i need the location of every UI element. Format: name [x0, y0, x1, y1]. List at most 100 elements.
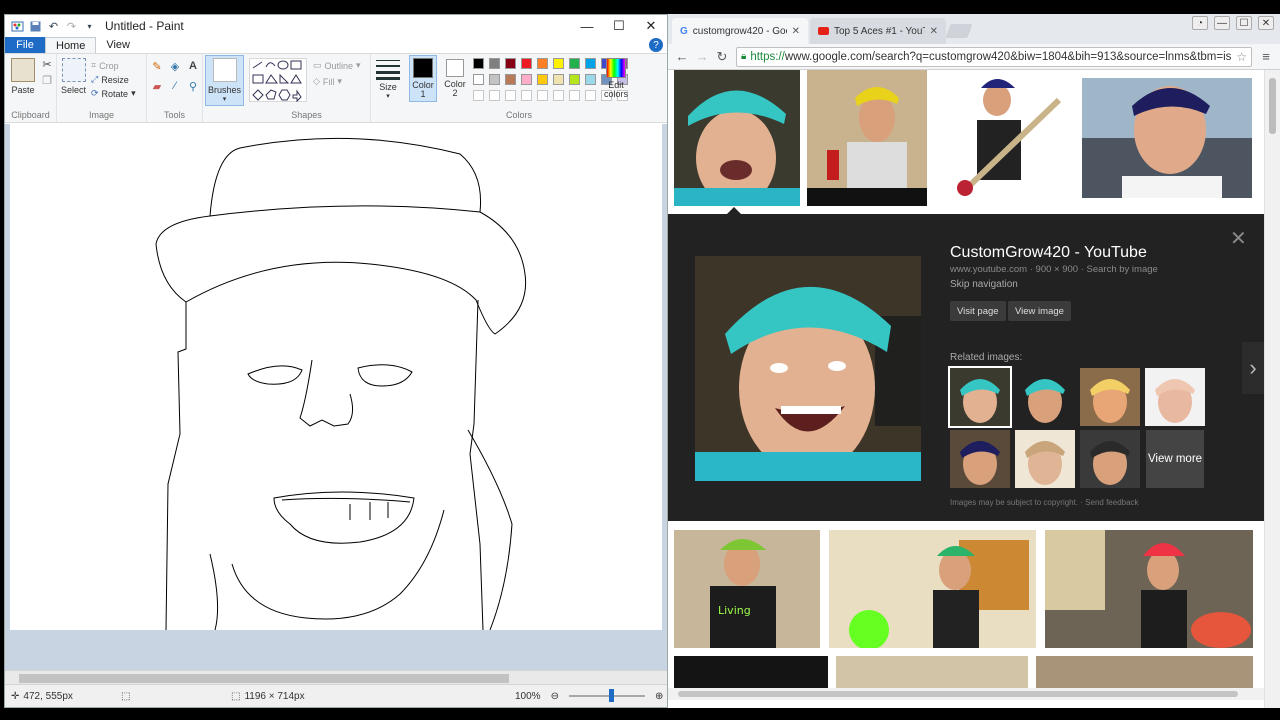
color-swatch[interactable]	[537, 74, 548, 85]
scrollbar-thumb[interactable]	[19, 674, 509, 683]
custom-color-slot[interactable]	[505, 90, 516, 101]
profile-icon[interactable]: ◔	[1192, 16, 1208, 30]
paste-button[interactable]: Paste	[11, 58, 35, 95]
outline-button[interactable]: ▭ Outline ▾	[313, 60, 361, 71]
color2-button[interactable]: Color 2	[441, 57, 469, 98]
scrollbar-thumb[interactable]	[1269, 78, 1276, 134]
result-image[interactable]	[807, 70, 927, 206]
color-swatch[interactable]	[505, 58, 516, 69]
custom-color-slot[interactable]	[553, 90, 564, 101]
drawing-canvas[interactable]	[10, 124, 662, 631]
undo-icon[interactable]: ↶	[47, 20, 60, 33]
color1-button[interactable]: Color 1	[409, 55, 437, 102]
close-button[interactable]: ✕	[1258, 16, 1274, 30]
result-image[interactable]	[1045, 530, 1253, 648]
edit-colors-button[interactable]: Edit colors	[603, 58, 629, 99]
copy-icon[interactable]: ❐	[41, 74, 53, 87]
custom-color-slot[interactable]	[473, 90, 484, 101]
maximize-button[interactable]: ☐	[603, 15, 635, 37]
rotate-button[interactable]: ⟳ Rotate ▾	[91, 88, 136, 99]
tab-view[interactable]: View	[96, 37, 140, 53]
color-swatch[interactable]	[473, 58, 484, 69]
result-image[interactable]	[1082, 78, 1252, 198]
color-swatch[interactable]	[569, 58, 580, 69]
vertical-scrollbar[interactable]	[1264, 70, 1280, 708]
minimize-button[interactable]: —	[571, 15, 603, 37]
close-button[interactable]: ✕	[635, 15, 667, 37]
minimize-button[interactable]: —	[1214, 16, 1230, 30]
result-image[interactable]	[829, 530, 1036, 648]
tab-google-search[interactable]: G customgrow420 - Google ✕	[672, 18, 808, 44]
preview-title[interactable]: CustomGrow420 - YouTube	[950, 244, 1147, 262]
skip-navigation-link[interactable]: Skip navigation	[950, 279, 1018, 290]
menu-icon[interactable]: ≡	[1256, 47, 1276, 67]
color-swatch[interactable]	[553, 74, 564, 85]
color-swatch[interactable]	[521, 74, 532, 85]
related-image[interactable]	[948, 366, 1012, 428]
close-icon[interactable]: ✕	[930, 26, 938, 37]
color-swatch[interactable]	[537, 58, 548, 69]
new-tab-button[interactable]	[945, 24, 973, 38]
view-image-button[interactable]: View image	[1008, 301, 1071, 321]
text-icon[interactable]: A	[187, 60, 199, 72]
result-image[interactable]	[674, 70, 800, 206]
custom-color-slot[interactable]	[537, 90, 548, 101]
reload-icon[interactable]: ↻	[712, 47, 732, 67]
crop-button[interactable]: ⌗ Crop	[91, 60, 119, 71]
cut-icon[interactable]: ✂	[41, 58, 53, 71]
color-swatch[interactable]	[489, 58, 500, 69]
related-image[interactable]	[1080, 368, 1140, 426]
size-button[interactable]: Size ▾	[375, 58, 401, 100]
address-bar[interactable]: 🔒︎ https://www.google.com/search?q=custo…	[736, 46, 1252, 67]
forward-icon[interactable]: →	[692, 47, 712, 67]
custom-color-slot[interactable]	[569, 90, 580, 101]
color-swatch[interactable]	[585, 74, 596, 85]
bookmark-star-icon[interactable]: ☆	[1236, 50, 1247, 64]
maximize-button[interactable]: ☐	[1236, 16, 1252, 30]
fill-button[interactable]: ◇ Fill ▾	[313, 76, 342, 87]
custom-color-slot[interactable]	[489, 90, 500, 101]
back-icon[interactable]: ←	[672, 47, 692, 67]
color-swatch[interactable]	[521, 58, 532, 69]
fill-bucket-icon[interactable]: ◈	[169, 60, 181, 73]
related-image[interactable]	[1015, 430, 1075, 488]
resize-button[interactable]: ⤢ Resize	[91, 74, 129, 85]
related-image[interactable]	[1080, 430, 1140, 488]
zoom-slider[interactable]	[568, 689, 645, 702]
close-icon[interactable]: ✕	[792, 26, 800, 37]
custom-color-slot[interactable]	[585, 90, 596, 101]
related-image[interactable]	[950, 430, 1010, 488]
related-image[interactable]	[1145, 368, 1205, 426]
color-picker-icon[interactable]: ⁄	[169, 80, 181, 92]
color-swatch[interactable]	[585, 58, 596, 69]
zoom-in-icon[interactable]: ⊕	[655, 691, 663, 702]
select-button[interactable]: Select	[61, 58, 86, 95]
visit-page-button[interactable]: Visit page	[950, 301, 1006, 321]
color-swatch[interactable]	[473, 74, 484, 85]
tab-youtube[interactable]: Top 5 Aces #1 - YouTube ✕	[810, 18, 946, 44]
color-swatch[interactable]	[569, 74, 580, 85]
magnifier-icon[interactable]: ⚲	[187, 80, 199, 93]
tab-home[interactable]: Home	[45, 37, 97, 53]
horizontal-scrollbar[interactable]	[668, 688, 1264, 700]
tab-file[interactable]: File	[5, 37, 45, 53]
redo-icon[interactable]: ↷	[65, 20, 78, 33]
custom-color-slot[interactable]	[521, 90, 532, 101]
save-icon[interactable]	[29, 20, 42, 33]
help-icon[interactable]: ?	[649, 38, 663, 52]
customize-quick-access-icon[interactable]: ▾	[83, 20, 96, 33]
brushes-button[interactable]: Brushes ▾	[205, 55, 245, 106]
related-image[interactable]	[1015, 368, 1075, 426]
chevron-right-icon[interactable]: ›	[1242, 342, 1264, 394]
pencil-icon[interactable]: ✎	[151, 60, 163, 73]
preview-image[interactable]	[695, 256, 921, 481]
color-swatch[interactable]	[489, 74, 500, 85]
zoom-slider-thumb[interactable]	[608, 689, 614, 702]
result-image[interactable]: Living	[674, 530, 820, 648]
zoom-out-icon[interactable]: ⊖	[551, 691, 559, 702]
color-swatch[interactable]	[505, 74, 516, 85]
scrollbar-thumb[interactable]	[678, 691, 1238, 697]
view-more-button[interactable]: View more	[1146, 430, 1204, 488]
result-image[interactable]	[935, 70, 1071, 206]
color-swatch[interactable]	[553, 58, 564, 69]
